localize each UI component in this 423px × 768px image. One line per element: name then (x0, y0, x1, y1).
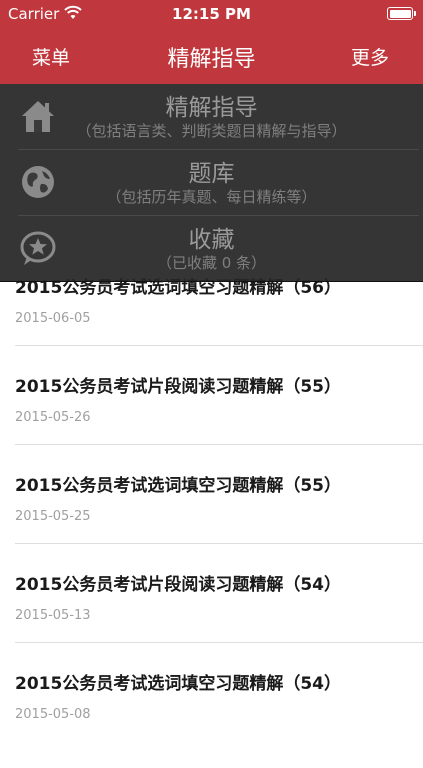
list-item[interactable]: 2015公务员考试片段阅读习题精解（54） 2015-05-13 (0, 570, 423, 669)
divider (15, 642, 423, 643)
menu-item-title: 题库 (188, 161, 235, 187)
status-bar: Carrier 12:15 PM (0, 0, 423, 28)
clock: 12:15 PM (172, 5, 251, 23)
item-title: 2015公务员考试选词填空习题精解（55） (15, 476, 341, 496)
menu-item-title: 精解指导 (165, 95, 258, 121)
item-date: 2015-06-05 (15, 311, 91, 326)
divider (15, 543, 423, 544)
item-title: 2015公务员考试片段阅读习题精解（54） (15, 575, 341, 595)
item-date: 2015-05-13 (15, 608, 91, 623)
nav-bar: 菜单 精解指导 更多 (0, 28, 423, 84)
menu-item-title: 收藏 (188, 227, 235, 253)
battery-icon (387, 7, 416, 20)
list-item[interactable]: 2015公务员考试选词填空习题精解（54） 2015-05-08 (0, 669, 423, 768)
list-item[interactable]: 2015公务员考试片段阅读习题精解（55） 2015-05-26 (0, 372, 423, 471)
item-title: 2015公务员考试选词填空习题精解（54） (15, 674, 341, 694)
dropdown-menu: 精解指导 （包括语言类、判断类题目精解与指导） 题库 （包括历年真题、每日精练等… (0, 84, 423, 282)
divider (15, 444, 423, 445)
divider (15, 345, 423, 346)
menu-item-favorites[interactable]: 收藏 （已收藏 0 条） (0, 216, 423, 280)
menu-item-subtitle: （已收藏 0 条） (156, 254, 267, 272)
item-date: 2015-05-25 (15, 509, 91, 524)
menu-item-subtitle: （包括语言类、判断类题目精解与指导） (76, 122, 347, 140)
more-button[interactable]: 更多 (351, 43, 389, 70)
menu-item-subtitle: （包括历年真题、每日精练等） (106, 188, 317, 206)
item-title: 2015公务员考试片段阅读习题精解（55） (15, 377, 341, 397)
list-item[interactable]: 2015公务员考试选词填空习题精解（55） 2015-05-25 (0, 471, 423, 570)
item-date: 2015-05-08 (15, 707, 91, 722)
list-item[interactable]: 2015公务员考试选词填空习题精解（56） 2015-06-05 (0, 273, 423, 372)
menu-item-question-bank[interactable]: 题库 （包括历年真题、每日精练等） (0, 150, 423, 214)
item-date: 2015-05-26 (15, 410, 91, 425)
menu-item-guidance[interactable]: 精解指导 （包括语言类、判断类题目精解与指导） (0, 84, 423, 148)
